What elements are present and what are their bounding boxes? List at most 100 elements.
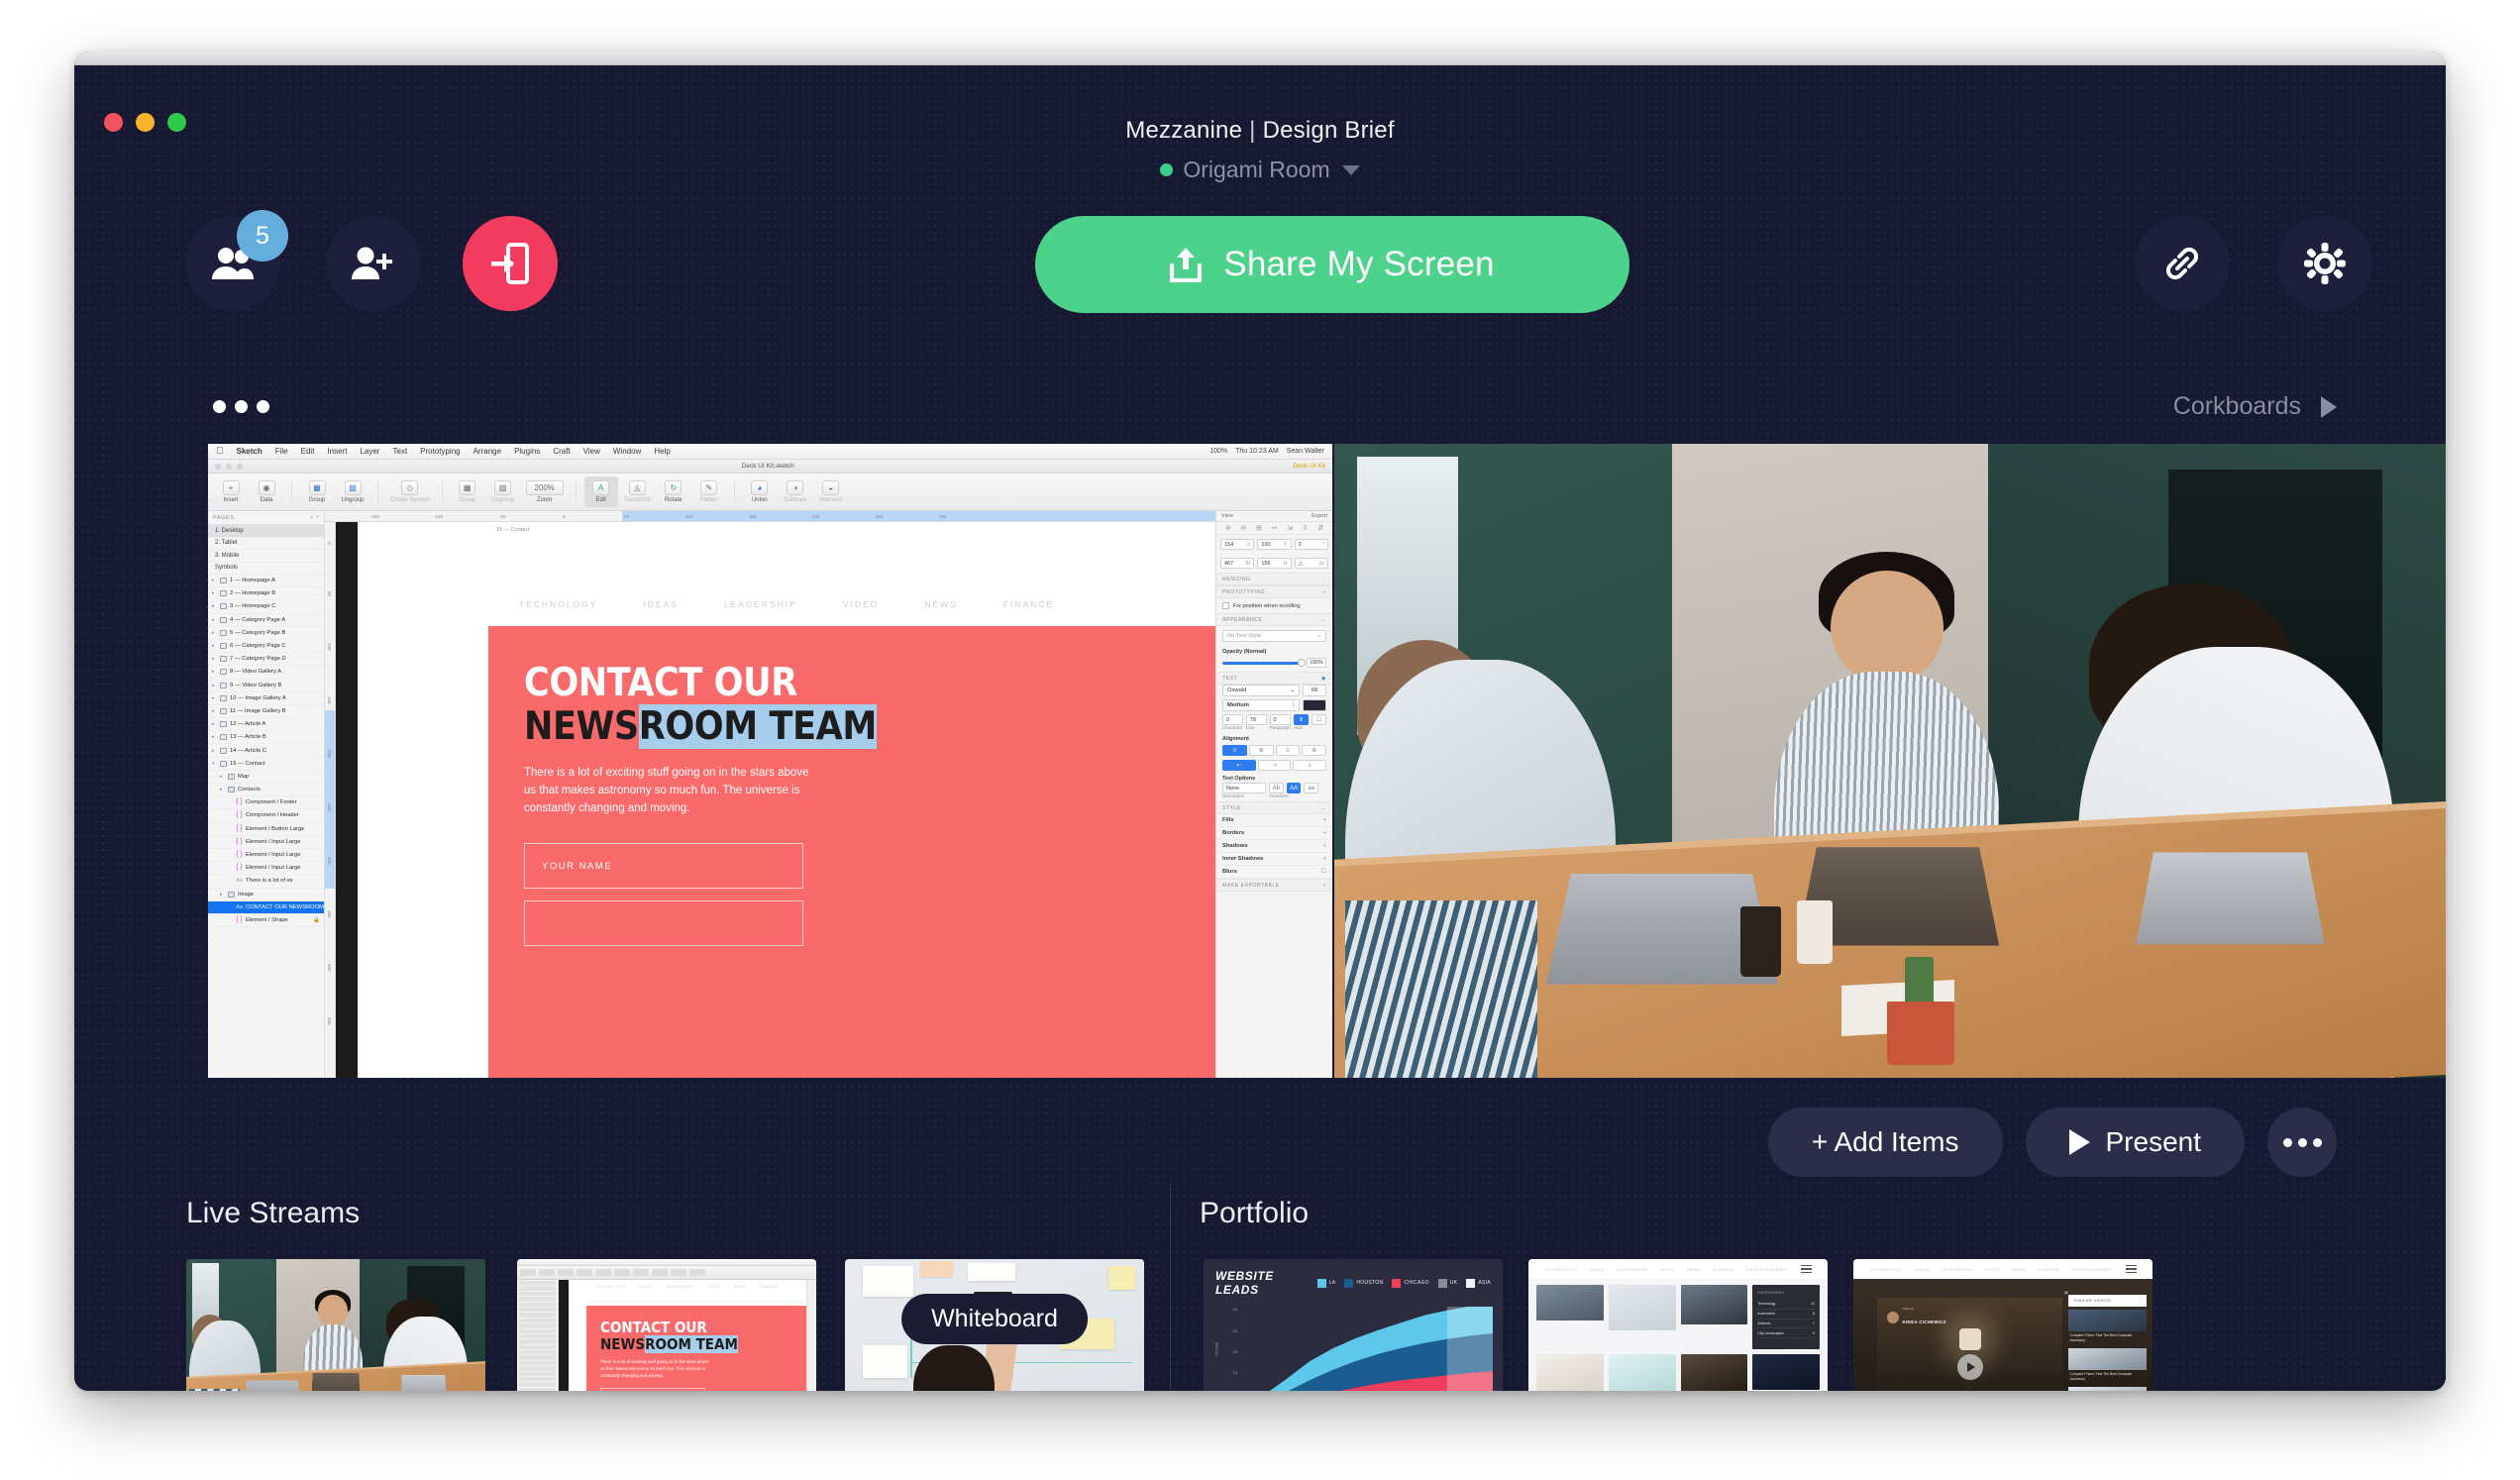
toolbar-ungroup2[interactable]: ▧ Ungroup <box>486 476 520 507</box>
minimize-icon[interactable] <box>226 463 232 470</box>
layer-row[interactable]: ▸ 6 — Category Page C <box>208 640 324 654</box>
layer-row[interactable]: ▸ Map <box>208 771 324 784</box>
corkboards-nav[interactable]: Corkboards <box>2173 392 2337 421</box>
width-field[interactable]: 467 W <box>1220 558 1255 569</box>
disclosure-icon[interactable]: ▸ <box>212 748 217 754</box>
thumbnail-portfolio-video[interactable]: TECHNOLOGY IDEAS LEADERSHIP VIDEO NEWS F… <box>1853 1259 2152 1391</box>
paragraph-spacing[interactable]: 0 Paragraph <box>1269 714 1291 731</box>
transform-none-icon[interactable]: Ab <box>1269 783 1284 793</box>
share-my-screen-button[interactable]: Share My Screen <box>1035 216 1629 313</box>
menu-help[interactable]: Help <box>654 447 670 456</box>
toolbar-group[interactable]: ▦ Group <box>300 476 334 507</box>
thumbnail-whiteboard[interactable]: Whiteboard <box>845 1259 1144 1391</box>
layer-row[interactable]: { } Element / Shape 🔒 <box>208 914 324 928</box>
toolbar-create-symbol[interactable]: ◇ Create Symbol <box>386 476 434 507</box>
style-row-shadows[interactable]: Shadows + <box>1216 840 1332 853</box>
disclosure-open-icon[interactable]: ▾ <box>212 761 217 767</box>
more-options-button[interactable] <box>2267 1108 2337 1177</box>
transform-upper-icon[interactable]: AA <box>1286 783 1302 793</box>
menu-file[interactable]: File <box>275 447 288 456</box>
valign-middle-icon[interactable]: ⇢ <box>1257 760 1292 771</box>
layer-row[interactable]: { } Element / Input Large <box>208 849 324 863</box>
settings-button[interactable] <box>2277 216 2372 311</box>
disclosure-icon[interactable]: ▸ <box>220 774 225 780</box>
layer-row[interactable]: ▸ 4 — Category Page A <box>208 614 324 627</box>
transform-lower-icon[interactable]: aa <box>1304 783 1319 793</box>
layers-list[interactable]: ▸ 1 — Homepage A ▸ 2 — Homepage B ▸ 3 — Homep… <box>208 575 324 928</box>
decoration-select[interactable]: None Decoration <box>1222 783 1266 799</box>
fix-position-row[interactable]: Fix position when scrolling <box>1216 598 1332 613</box>
menu-prototyping[interactable]: Prototyping <box>420 447 460 456</box>
auto-size[interactable]: ⇕ ☐ Auto <box>1293 714 1326 731</box>
room-selector[interactable]: Origami Room <box>1160 157 1360 183</box>
slider-knob[interactable] <box>1298 659 1306 667</box>
zoom-icon[interactable] <box>237 463 243 470</box>
disclosure-icon[interactable]: ▸ <box>220 892 225 898</box>
distribute-h-icon[interactable]: ⇿ <box>1272 524 1278 532</box>
disclosure-icon[interactable]: ▸ <box>212 721 217 727</box>
add-items-button[interactable]: + Add Items <box>1767 1108 2003 1177</box>
sketch-canvas[interactable]: -150 -100 -50 0 50 100 150 200 250 300 0 50 10… <box>325 511 1215 1078</box>
section-prototyping[interactable]: PROTOTYPING + <box>1216 585 1332 598</box>
disclosure-icon[interactable]: ▸ <box>220 787 225 793</box>
toolbar-union[interactable]: ◕ Union <box>743 476 777 507</box>
section-appearance[interactable]: APPEARANCE ⌄ <box>1216 613 1332 626</box>
align-text-justify-icon[interactable]: ≣ <box>1302 745 1326 756</box>
section-text[interactable]: TEXT ◉ <box>1216 672 1332 685</box>
nav-ideas[interactable]: IDEAS <box>643 599 679 609</box>
height-field[interactable]: 156 H <box>1257 558 1292 569</box>
disclosure-icon[interactable]: ▸ <box>212 643 217 649</box>
invite-button[interactable] <box>326 216 421 311</box>
disclosure-icon[interactable]: ▸ <box>212 617 217 623</box>
nav-finance[interactable]: FINANCE <box>1003 599 1054 609</box>
layer-row[interactable]: ▸ 11 — Image Gallery B <box>208 705 324 719</box>
align-middle-icon[interactable]: ⇳ <box>1303 524 1309 532</box>
section-make-exportable[interactable]: MAKE EXPORTABLE + <box>1216 879 1332 892</box>
disclosure-icon[interactable]: ▸ <box>212 578 217 583</box>
align-toolbar[interactable]: ⊜ ⊝ ⊞ ⇿ ⇲ ⇳ ⇵ <box>1216 522 1332 535</box>
flip-vertical-icon[interactable]: ▷ <box>1320 561 1324 567</box>
align-center-icon[interactable]: ⊝ <box>1240 524 1246 532</box>
section-resizing[interactable]: RESIZING › <box>1216 573 1332 585</box>
layer-row[interactable]: ▸ 9 — Video Gallery B <box>208 680 324 692</box>
x-field[interactable]: 154 X <box>1220 539 1255 550</box>
sketch-layers-panel[interactable]: PAGES + ^ 1. Desktop 2. Tablet 3. Mobile… <box>208 511 325 1078</box>
toolbar-insert[interactable]: + Insert <box>214 476 248 507</box>
text-style-select[interactable]: No Text Style ⌄ <box>1222 630 1326 642</box>
layer-row[interactable]: ▸ Contacts <box>208 784 324 797</box>
font-family-select[interactable]: Oswald ⌄ <box>1222 685 1300 696</box>
fixed-size-icon[interactable]: ☐ <box>1311 714 1326 725</box>
inspector-export-label[interactable]: Export <box>1312 513 1327 519</box>
plus-icon[interactable]: + <box>1323 817 1326 823</box>
plus-icon[interactable]: + <box>1323 843 1326 849</box>
thumbnail-live-meeting[interactable] <box>186 1259 485 1391</box>
font-size-field[interactable]: 68 <box>1303 685 1326 696</box>
close-window-button[interactable] <box>104 113 123 132</box>
disclosure-icon[interactable]: ▸ <box>212 734 217 740</box>
page-item-desktop[interactable]: 1. Desktop <box>208 525 324 538</box>
disclosure-icon[interactable]: ▸ <box>212 656 217 662</box>
valign-top-icon[interactable]: ⇠ <box>1222 760 1256 771</box>
lock-icon[interactable]: 🔒 <box>313 917 320 923</box>
disclosure-icon[interactable]: ▸ <box>212 603 217 609</box>
layer-row[interactable]: ▸ 7 — Category Page D <box>208 653 324 667</box>
link-button[interactable] <box>2135 216 2230 311</box>
disclosure-icon[interactable]: ▸ <box>212 695 217 701</box>
close-icon[interactable] <box>215 463 221 470</box>
toolbar-group2[interactable]: ▦ Group <box>451 476 484 507</box>
layer-row[interactable]: { } Element / Button Large <box>208 823 324 836</box>
layer-row[interactable]: ▸ 8 — Video Gallery A <box>208 666 324 680</box>
menu-insert[interactable]: Insert <box>327 447 347 456</box>
layer-row[interactable]: { } Element / Input Large <box>208 836 324 849</box>
disclosure-icon[interactable]: ▸ <box>212 630 217 636</box>
toolbar-transform[interactable]: ◬ Transform <box>620 476 655 507</box>
plus-icon[interactable]: + <box>1322 589 1326 595</box>
pages-actions[interactable]: + ^ <box>310 515 319 521</box>
menu-view[interactable]: View <box>583 447 600 456</box>
maximize-window-button[interactable] <box>167 113 186 132</box>
page-item-mobile[interactable]: 3. Mobile <box>208 550 324 563</box>
menu-edit[interactable]: Edit <box>301 447 315 456</box>
layer-row[interactable]: Aa CONTACT OUR NEWSROOM <box>208 900 324 914</box>
toolbar-edit[interactable]: A Edit <box>583 476 618 507</box>
disclosure-icon[interactable]: ▸ <box>212 590 217 596</box>
